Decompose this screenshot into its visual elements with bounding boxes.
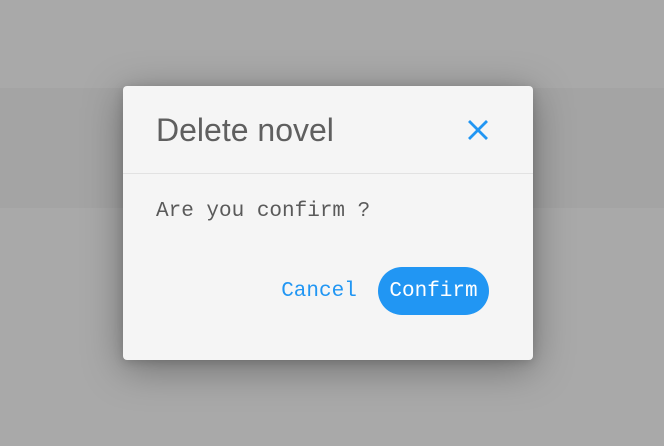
dialog-header: Delete novel <box>123 86 533 174</box>
cancel-button[interactable]: Cancel <box>273 267 365 315</box>
confirm-button[interactable]: Confirm <box>378 267 489 315</box>
close-icon <box>468 120 488 140</box>
dialog-title: Delete novel <box>156 112 334 148</box>
dialog-message: Are you confirm ? <box>156 200 371 223</box>
delete-novel-dialog: Delete novel Are you confirm ? Cancel Co… <box>123 86 533 360</box>
close-button[interactable] <box>460 112 496 148</box>
